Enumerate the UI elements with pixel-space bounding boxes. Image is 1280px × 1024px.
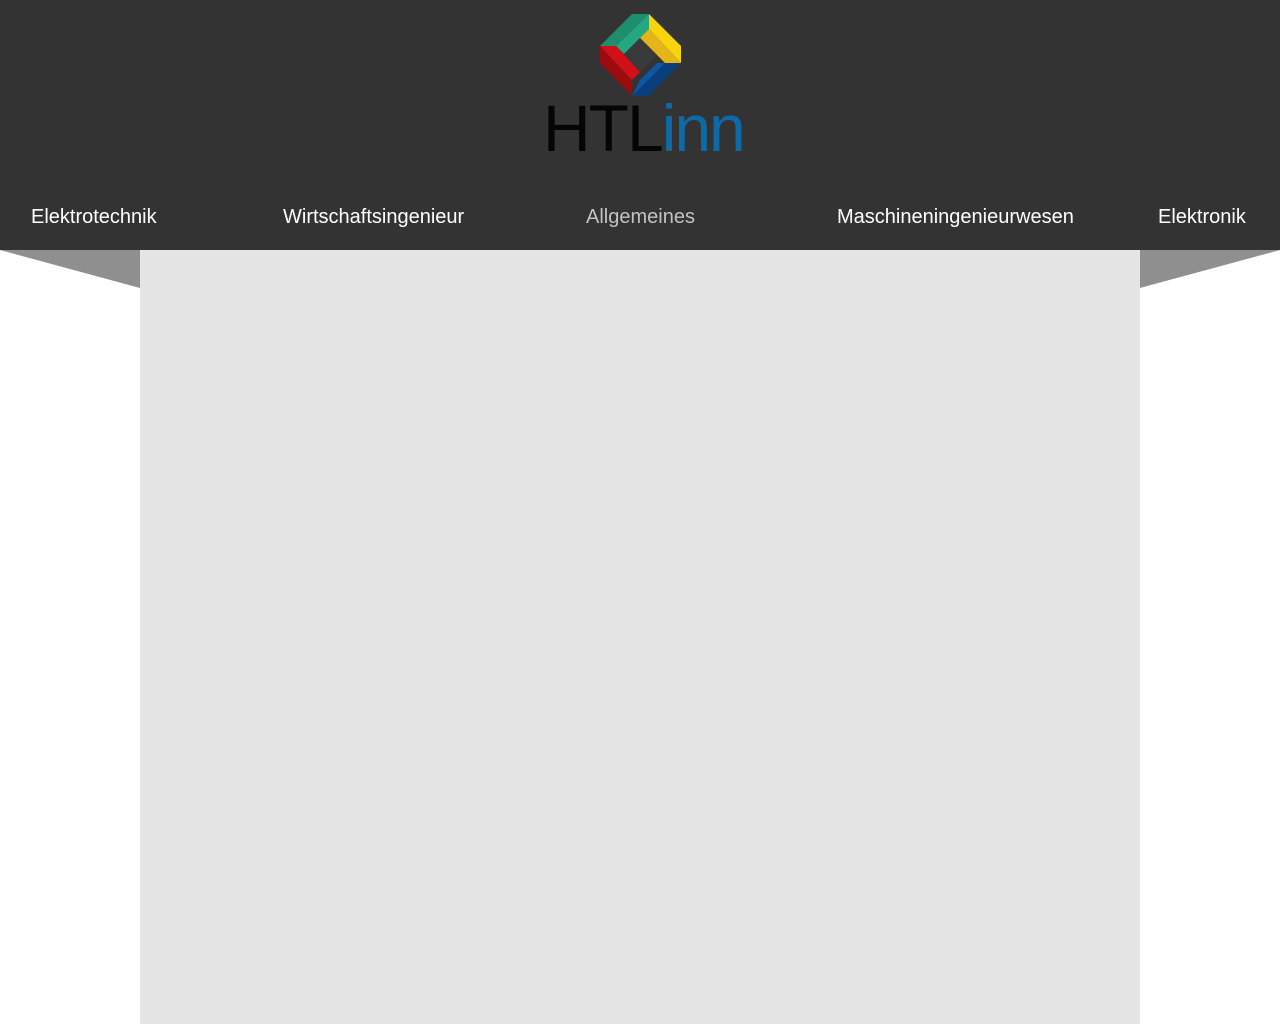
logo-text-inn: inn [661, 91, 746, 165]
main-navigation: Elektrotechnik Wirtschaftsingenieur Allg… [0, 190, 1280, 245]
main-content-area [140, 250, 1140, 1024]
nav-item-elektronik[interactable]: Elektronik [1158, 205, 1246, 229]
logo-wordmark: HTLinn [543, 95, 746, 161]
nav-item-allgemeines[interactable]: Allgemeines [586, 205, 695, 229]
logo-text-htl: HTL [543, 91, 664, 165]
right-ribbon-fold [1140, 250, 1280, 288]
site-header: HTLinn Elektrotechnik Wirtschaftsingenie… [0, 0, 1280, 250]
left-ribbon-fold [0, 250, 140, 288]
nav-item-wirtschaftsingenieur[interactable]: Wirtschaftsingenieur [283, 205, 464, 229]
nav-item-elektrotechnik[interactable]: Elektrotechnik [31, 205, 157, 229]
cube-frame-logo-icon [600, 14, 681, 96]
nav-item-maschineningenieurwesen[interactable]: Maschineningenieurwesen [837, 205, 1074, 229]
site-logo[interactable]: HTLinn [540, 10, 746, 165]
